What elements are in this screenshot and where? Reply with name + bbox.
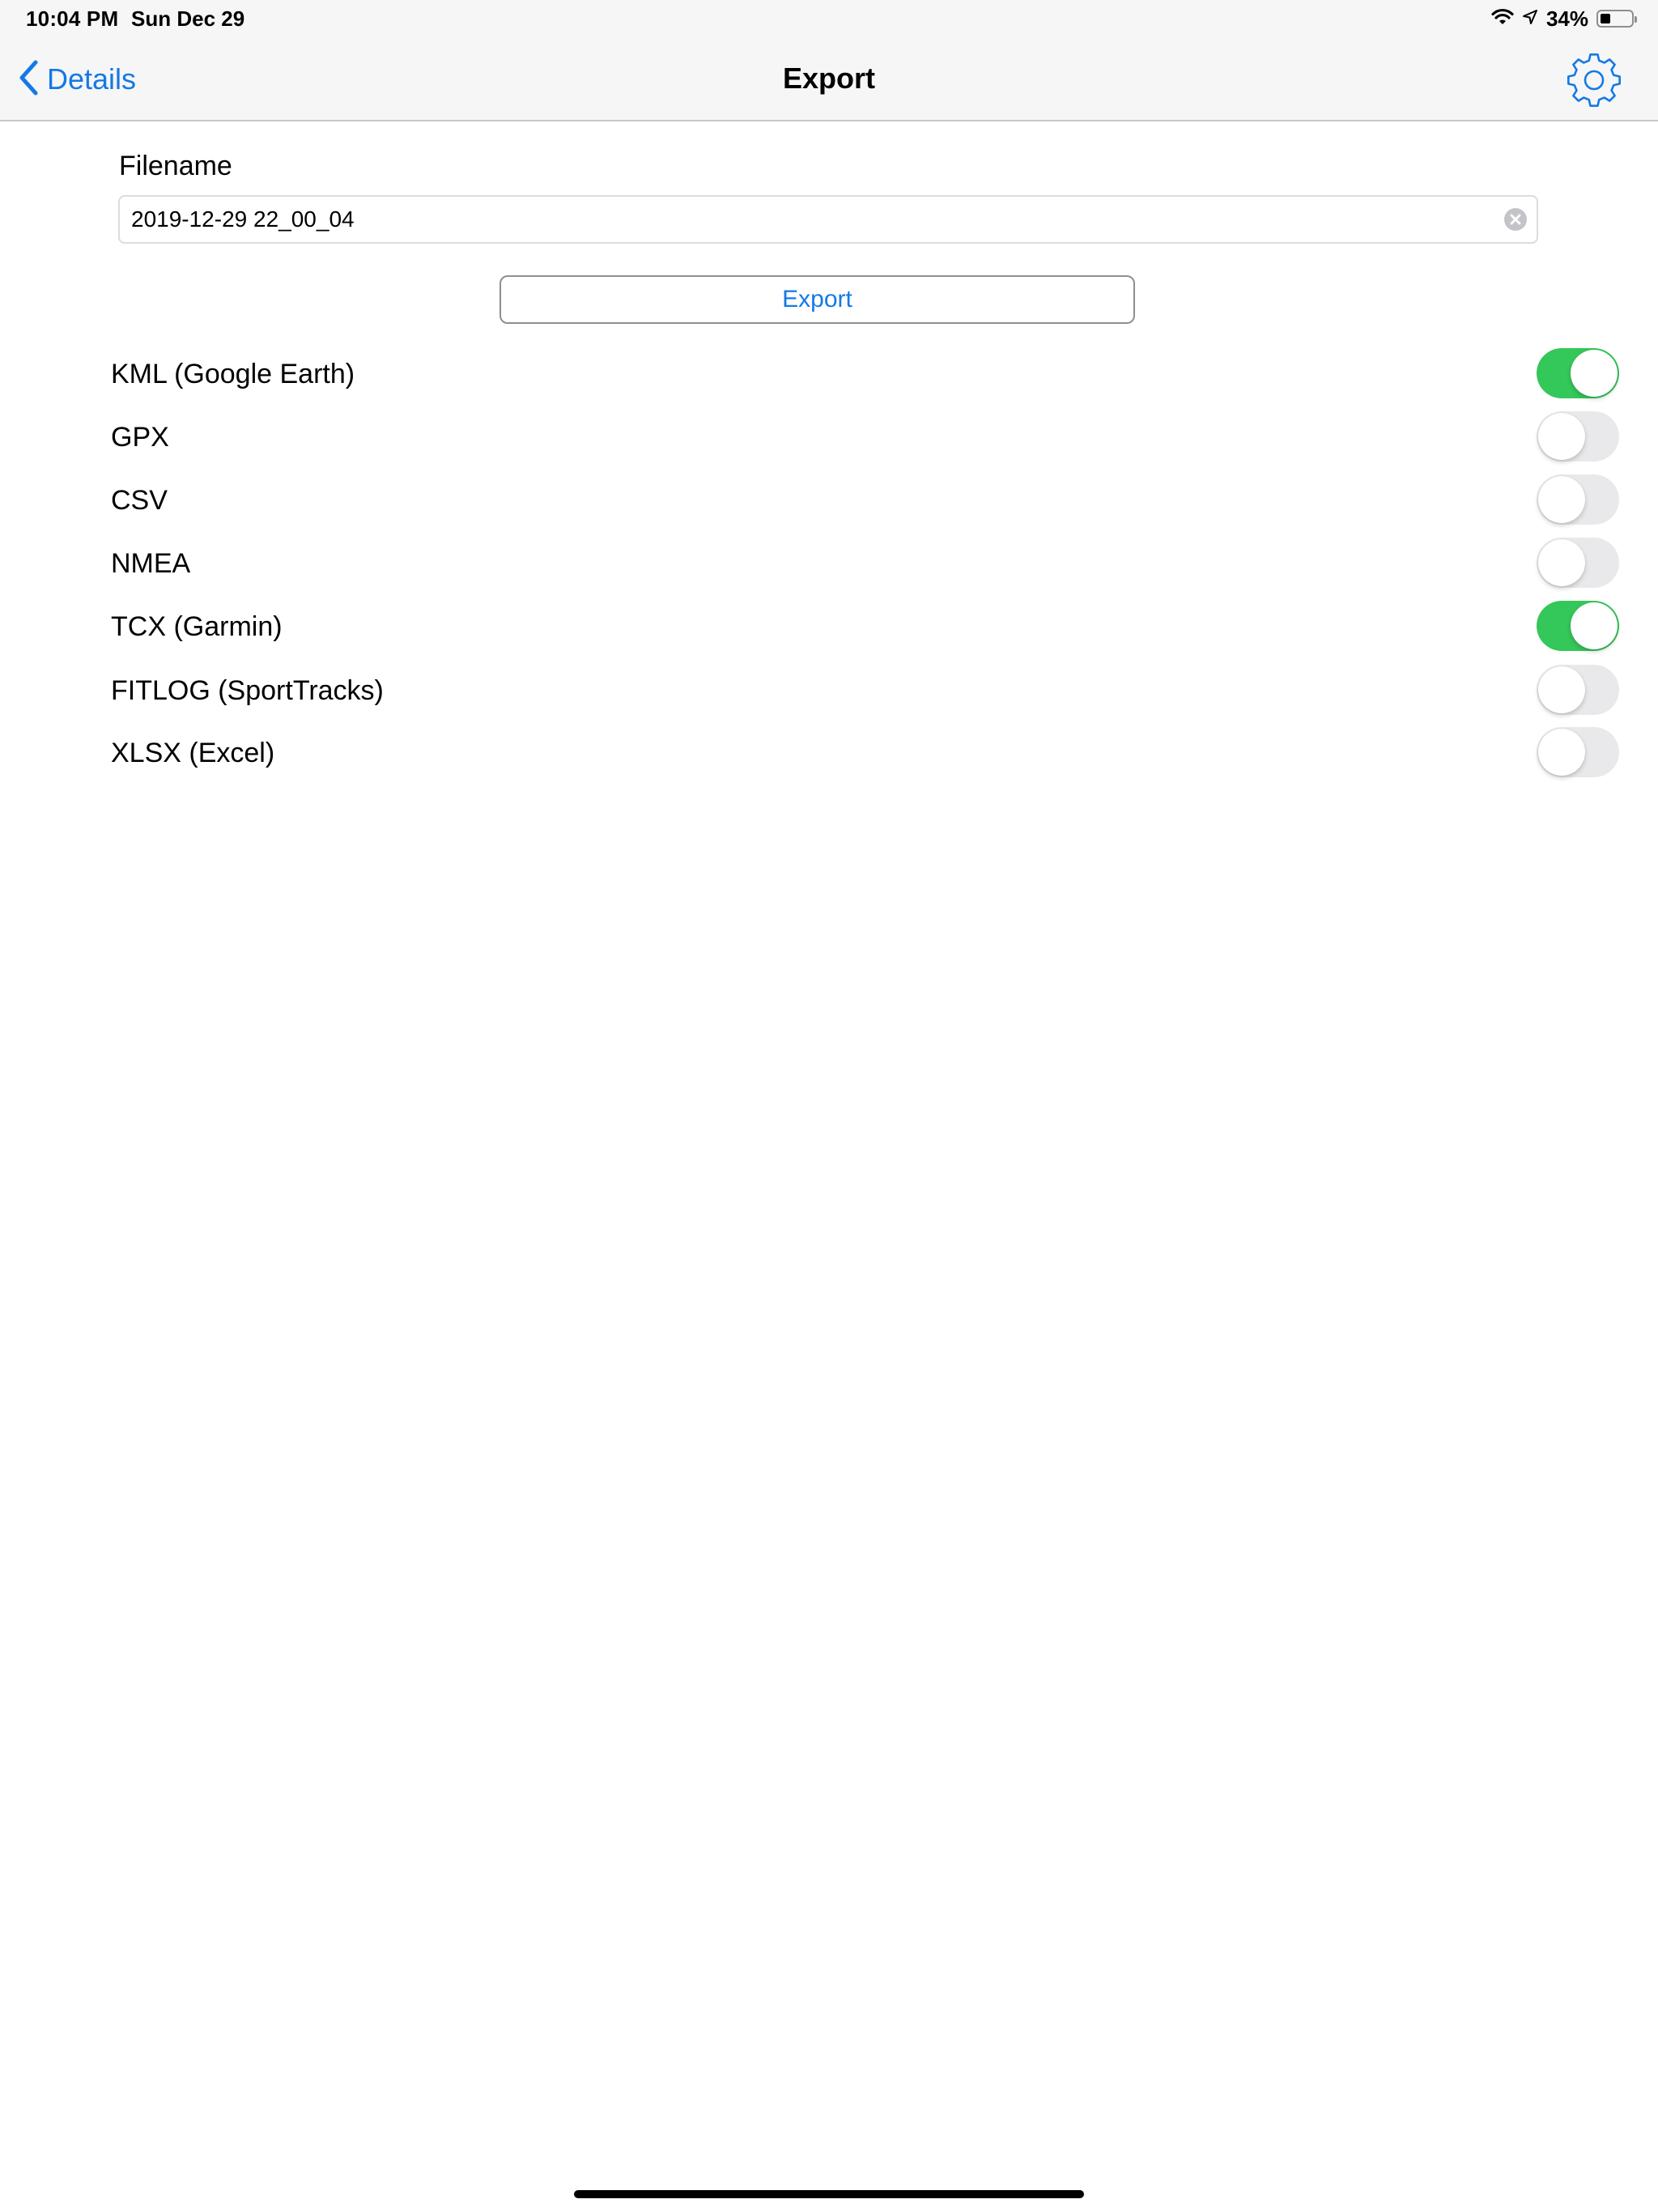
format-toggle[interactable] bbox=[1537, 601, 1619, 651]
filename-label: Filename bbox=[119, 151, 232, 181]
format-toggle[interactable] bbox=[1537, 474, 1619, 525]
navigation-bar: 10:04 PM Sun Dec 29 34% Details Export bbox=[0, 0, 1658, 121]
clear-icon bbox=[1504, 214, 1527, 234]
page-title: Export bbox=[782, 62, 875, 95]
toggle-knob bbox=[1538, 476, 1585, 523]
toggle-knob bbox=[1571, 350, 1618, 397]
format-label: GPX bbox=[111, 422, 169, 453]
format-toggle[interactable] bbox=[1537, 665, 1619, 715]
battery-level-fill bbox=[1601, 14, 1610, 23]
settings-button[interactable] bbox=[1566, 52, 1622, 108]
status-indicators: 34% bbox=[1491, 5, 1637, 32]
wifi-icon bbox=[1491, 8, 1514, 30]
status-date: Sun Dec 29 bbox=[131, 6, 245, 31]
format-row: CSV bbox=[0, 469, 1658, 532]
status-time: 10:04 PM bbox=[26, 6, 119, 31]
toggle-knob bbox=[1538, 413, 1585, 460]
format-toggle[interactable] bbox=[1537, 538, 1619, 588]
toggle-knob bbox=[1538, 729, 1585, 776]
format-label: NMEA bbox=[111, 548, 191, 579]
export-screen: 10:04 PM Sun Dec 29 34% Details Export F… bbox=[0, 0, 1658, 2212]
format-row: XLSX (Excel) bbox=[0, 721, 1658, 785]
toggle-knob bbox=[1538, 666, 1585, 713]
battery-percent: 34% bbox=[1545, 6, 1588, 31]
toggle-knob bbox=[1538, 539, 1585, 586]
filename-input[interactable] bbox=[131, 197, 1475, 242]
format-label: TCX (Garmin) bbox=[111, 611, 283, 642]
format-toggle[interactable] bbox=[1537, 348, 1619, 398]
toggle-knob bbox=[1571, 602, 1618, 649]
clear-text-button[interactable] bbox=[1504, 208, 1527, 231]
format-label: KML (Google Earth) bbox=[111, 359, 355, 389]
format-row: KML (Google Earth) bbox=[0, 342, 1658, 406]
format-row: TCX (Garmin) bbox=[0, 595, 1658, 658]
format-label: XLSX (Excel) bbox=[111, 738, 275, 768]
filename-field bbox=[118, 195, 1538, 244]
export-button[interactable]: Export bbox=[500, 275, 1135, 324]
format-toggle[interactable] bbox=[1537, 411, 1619, 462]
format-row: GPX bbox=[0, 406, 1658, 469]
format-row: FITLOG (SportTracks) bbox=[0, 659, 1658, 722]
format-label: FITLOG (SportTracks) bbox=[111, 675, 384, 706]
format-row: NMEA bbox=[0, 532, 1658, 595]
home-indicator bbox=[574, 2190, 1084, 2198]
battery-icon bbox=[1596, 10, 1637, 28]
format-label: CSV bbox=[111, 485, 168, 516]
gear-icon bbox=[1566, 53, 1622, 112]
format-toggle[interactable] bbox=[1537, 727, 1619, 777]
location-arrow-icon bbox=[1522, 9, 1538, 29]
